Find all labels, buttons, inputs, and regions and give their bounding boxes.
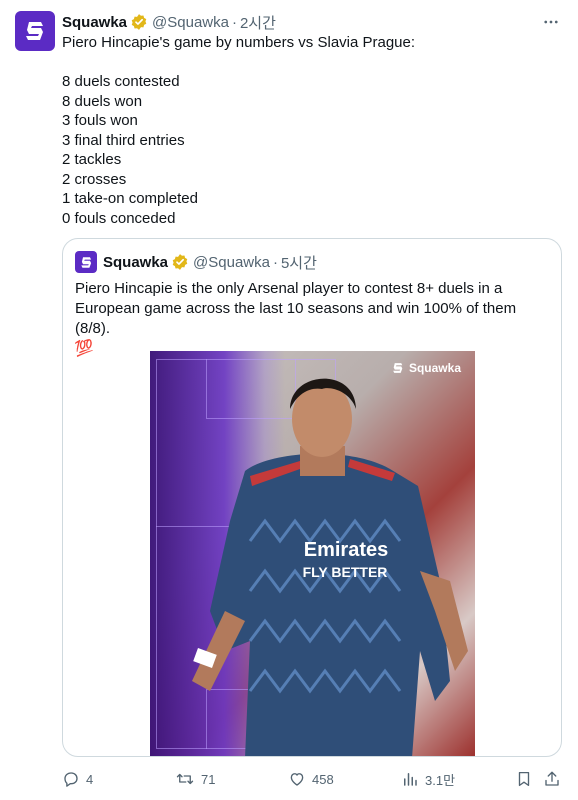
tweet-line: Piero Hincapie's game by numbers vs Slav… bbox=[62, 34, 416, 51]
tweet-header: Squawka @Squawka · 2시간 bbox=[62, 12, 276, 32]
tweet-line: 0 fouls conceded bbox=[62, 209, 176, 227]
reply-icon bbox=[64, 772, 78, 787]
tweet-line: 8 duels contested bbox=[62, 73, 180, 90]
tweet-timestamp[interactable]: 2시간 bbox=[240, 12, 276, 33]
author-name[interactable]: Squawka bbox=[62, 14, 127, 31]
tweet-line: 2 crosses bbox=[62, 170, 127, 188]
tweet-line: 2 tackles bbox=[62, 151, 122, 168]
hundred-points-emoji-icon: 💯 bbox=[73, 338, 94, 359]
like-button[interactable]: 458 bbox=[288, 768, 334, 790]
author-avatar[interactable] bbox=[15, 11, 55, 51]
squawka-logo-icon bbox=[80, 256, 91, 268]
quoted-tweet-image[interactable]: Emirates FLY BETTER Squawka bbox=[150, 351, 475, 756]
quoted-tweet-header: Squawka @Squawka · 5시간 bbox=[75, 251, 317, 273]
separator-dot: · bbox=[272, 253, 278, 271]
reply-button[interactable]: 4 bbox=[62, 768, 93, 790]
tweet-line: 8 duels won bbox=[62, 92, 143, 110]
tweet-line: 1 take-on completed bbox=[62, 190, 198, 207]
quoted-author-name: Squawka bbox=[103, 253, 169, 271]
shirt-sponsor-text: Emirates bbox=[304, 539, 389, 561]
views-chart-icon bbox=[404, 773, 417, 786]
share-button[interactable] bbox=[543, 768, 567, 790]
quoted-tweet-line: Piero Hincapie is the only Arsenal playe… bbox=[75, 280, 503, 297]
tweet-line: 3 final third entries bbox=[62, 131, 185, 149]
tweet-actions: 4 71 458 3.1만 bbox=[62, 768, 562, 790]
share-icon bbox=[545, 771, 559, 786]
quoted-tweet[interactable]: Squawka @Squawka · 5시간 Piero Hincapie is… bbox=[62, 238, 562, 757]
bookmark-button[interactable] bbox=[515, 768, 539, 790]
quoted-author-avatar bbox=[75, 251, 97, 273]
player-photo: Emirates FLY BETTER bbox=[192, 378, 468, 756]
reply-count: 4 bbox=[86, 771, 94, 787]
squawka-logo-icon bbox=[26, 22, 43, 40]
verified-badge-icon bbox=[171, 253, 189, 271]
separator-dot: · bbox=[231, 13, 237, 31]
shirt-sponsor-subtext: FLY BETTER bbox=[303, 564, 388, 580]
quoted-tweet-timestamp: 5시간 bbox=[280, 254, 317, 272]
heart-icon bbox=[290, 773, 304, 786]
repost-count: 71 bbox=[201, 771, 216, 787]
quoted-tweet-text: Piero Hincapie is the only Arsenal playe… bbox=[73, 279, 553, 359]
more-options-icon[interactable] bbox=[540, 12, 562, 32]
quoted-tweet-line: European game across the last 10 seasons… bbox=[75, 300, 517, 337]
bookmark-icon bbox=[518, 771, 530, 787]
image-brand-label: Squawka bbox=[408, 361, 461, 375]
image-brand-watermark: Squawka bbox=[391, 361, 461, 375]
tweet-text: Piero Hincapie's game by numbers vs Slav… bbox=[62, 33, 562, 228]
author-handle[interactable]: @Squawka bbox=[152, 14, 229, 31]
squawka-logo-icon bbox=[393, 363, 403, 373]
like-count: 458 bbox=[312, 771, 334, 787]
views-count: 3.1만 bbox=[425, 772, 456, 788]
repost-button[interactable]: 71 bbox=[175, 768, 215, 790]
quoted-author-handle: @Squawka bbox=[193, 253, 270, 271]
views-button[interactable]: 3.1만 bbox=[401, 768, 455, 790]
repost-icon bbox=[176, 773, 194, 785]
tweet-line: 3 fouls won bbox=[62, 112, 138, 129]
verified-badge-icon[interactable] bbox=[130, 13, 148, 31]
